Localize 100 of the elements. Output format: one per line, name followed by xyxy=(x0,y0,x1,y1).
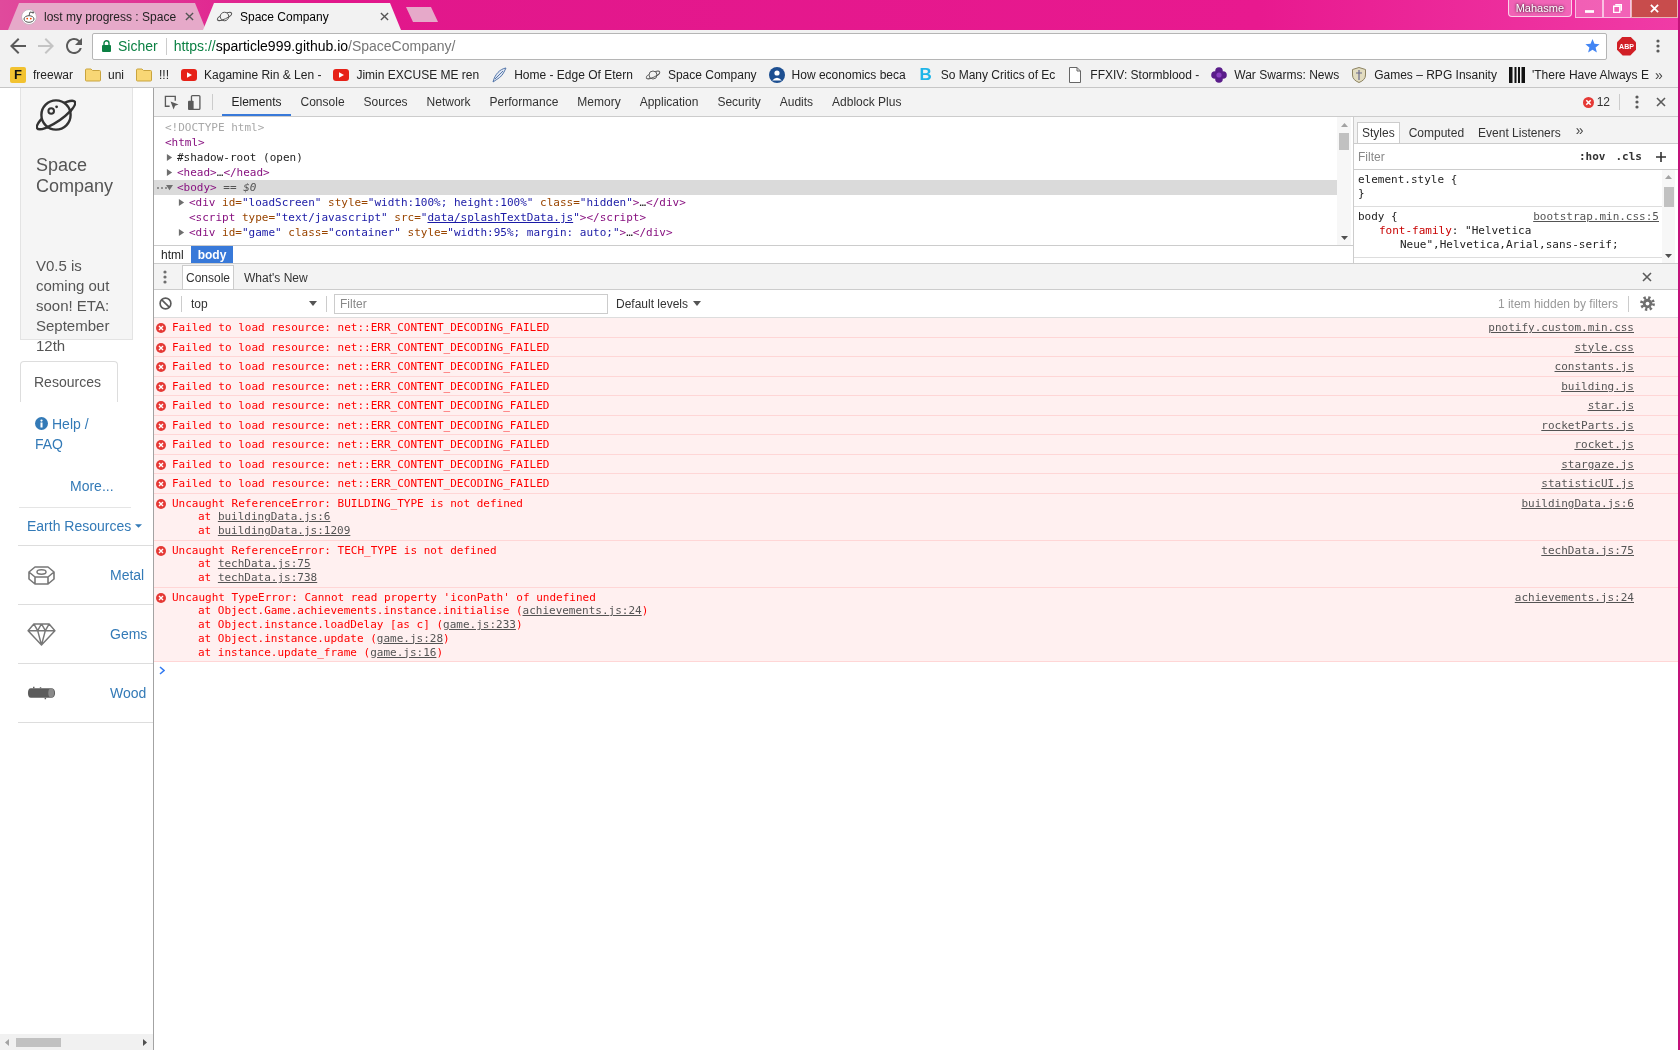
dom-node[interactable]: <div id="game" class="container" style="width:95%; margin: auto;">…</div> xyxy=(154,225,1337,240)
address-field[interactable]: Sicher https://sparticle999.github.io/SpaceCompany/ xyxy=(92,32,1607,60)
devtools-tab[interactable]: Sources xyxy=(354,88,418,116)
dom-node[interactable]: <head>…</head> xyxy=(154,165,1337,180)
filter-field[interactable]: Filter xyxy=(1358,149,1569,164)
browser-tab[interactable]: lost my progress : Space xyxy=(8,3,206,30)
scrollbar-thumb[interactable] xyxy=(1663,187,1674,207)
close-icon[interactable] xyxy=(185,12,194,21)
minimize-button[interactable] xyxy=(1575,0,1603,18)
toggle-button[interactable]: .cls xyxy=(1615,150,1642,163)
breadcrumb[interactable]: html xyxy=(154,246,191,263)
file-link[interactable]: techData.js:738 xyxy=(217,571,318,584)
disclosure-triangle-icon[interactable] xyxy=(166,169,173,176)
more-bookmarks-button[interactable]: » xyxy=(1654,66,1663,83)
bookmark[interactable]: F freewar xyxy=(4,63,79,86)
plus-icon[interactable] xyxy=(1656,151,1666,162)
filter-field[interactable]: Filter xyxy=(334,293,608,314)
scrollbar[interactable] xyxy=(1662,170,1675,263)
sidebar-tab[interactable]: Event Listeners xyxy=(1473,122,1566,143)
file-link[interactable]: achievements.js:24 xyxy=(522,604,642,618)
disclosure-triangle-icon[interactable] xyxy=(166,184,173,191)
sidebar-tab[interactable]: Computed xyxy=(1403,122,1470,143)
devtools-tab[interactable]: Memory xyxy=(567,88,631,116)
bookmark[interactable]: B So Many Critics of Ec xyxy=(911,63,1062,86)
devtools-tab[interactable]: Performance xyxy=(480,88,568,116)
devtools-tab[interactable]: Console xyxy=(291,88,355,116)
error-counter[interactable]: 12 xyxy=(1578,88,1614,116)
bookmark[interactable]: uni xyxy=(79,63,131,86)
scroll-down-arrow-icon[interactable] xyxy=(1665,254,1672,258)
sidebar-tab[interactable]: Styles xyxy=(1357,122,1400,143)
file-link[interactable]: techData.js:75 xyxy=(217,557,311,571)
scroll-left-arrow-icon[interactable] xyxy=(5,1038,9,1046)
scroll-up-arrow-icon[interactable] xyxy=(1340,123,1348,127)
bookmark[interactable]: Space Company xyxy=(638,63,763,86)
source-link[interactable]: style.css xyxy=(1574,340,1634,355)
dom-node[interactable]: #shadow-root (open) xyxy=(154,150,1337,165)
disclosure-triangle-icon[interactable] xyxy=(178,199,185,206)
devtools-tab[interactable]: Network xyxy=(417,88,481,116)
source-link[interactable]: pnotify.custom.min.css xyxy=(1488,321,1634,335)
bookmark[interactable]: Games – RPG Insanity xyxy=(1345,63,1503,86)
scroll-down-arrow-icon[interactable] xyxy=(1340,236,1348,240)
log-levels-dropdown[interactable]: Default levels xyxy=(616,296,702,311)
bookmark[interactable]: Jimin EXCUSE ME ren xyxy=(327,63,486,86)
source-link[interactable]: techData.js:75 xyxy=(1541,543,1634,558)
resource-row[interactable]: Metal xyxy=(18,546,153,605)
file-link[interactable]: game.js:16 xyxy=(370,645,437,659)
disclosure-triangle-icon[interactable] xyxy=(178,229,185,236)
bookmark[interactable]: How economics beca xyxy=(762,63,912,86)
file-link[interactable]: game.js:28 xyxy=(376,631,444,645)
drawer-tab[interactable]: Console xyxy=(182,265,235,289)
scrollbar-thumb[interactable] xyxy=(16,1037,61,1047)
disclosure-triangle-icon[interactable] xyxy=(166,154,173,161)
breadcrumb[interactable]: body xyxy=(190,246,234,263)
devtools-tab[interactable]: Adblock Plus xyxy=(822,88,911,116)
bookmark[interactable]: War Swarms: News xyxy=(1205,63,1346,86)
more-tabs-button[interactable]: » xyxy=(1575,122,1584,138)
toggle-button[interactable]: :hov xyxy=(1579,150,1606,163)
devtools-tab[interactable]: Audits xyxy=(770,88,823,116)
console-settings-button[interactable] xyxy=(1639,295,1655,312)
scroll-right-arrow-icon[interactable] xyxy=(143,1038,147,1046)
bookmark[interactable]: Home - Edge Of Etern xyxy=(485,63,639,86)
file-link[interactable]: data/splashTextData.js xyxy=(427,211,574,224)
source-link[interactable]: buildingData.js:6 xyxy=(1521,496,1634,511)
source-link[interactable]: stargaze.js xyxy=(1561,457,1634,472)
drawer-tab[interactable]: What's New xyxy=(240,265,312,289)
scrollbar[interactable] xyxy=(0,1034,153,1050)
dom-node[interactable]: <div id="loadScreen" style="width:100%; height:100%" class="hidden">…</div> xyxy=(154,195,1337,210)
dom-node[interactable]: <html> xyxy=(154,135,1337,150)
source-link[interactable]: achievements.js:24 xyxy=(1514,590,1634,605)
source-link[interactable]: rocket.js xyxy=(1574,438,1634,452)
close-window-button[interactable] xyxy=(1631,0,1678,18)
category-dropdown[interactable]: Earth Resources xyxy=(27,516,143,536)
bookmark[interactable]: FFXIV: Stormblood - xyxy=(1061,63,1206,86)
resource-row[interactable]: Wood xyxy=(18,664,153,723)
file-link[interactable]: buildingData.js:6 xyxy=(217,510,331,524)
file-link[interactable]: game.js:233 xyxy=(443,618,516,631)
scrollbar-thumb[interactable] xyxy=(1339,133,1349,150)
dom-node[interactable]: <script type="text/javascript" src="data/splashTextData.js"></script> xyxy=(154,210,1337,225)
close-icon[interactable] xyxy=(380,12,389,21)
resource-row[interactable]: Gems xyxy=(18,605,153,664)
source-link[interactable]: constants.js xyxy=(1554,360,1634,374)
help-link[interactable]: Help / FAQ xyxy=(35,414,110,454)
context-select[interactable]: top xyxy=(191,293,320,314)
browser-tab[interactable]: Space Company xyxy=(203,3,401,30)
more-link[interactable]: More... xyxy=(70,476,114,496)
star-icon[interactable] xyxy=(1585,39,1600,53)
bookmark[interactable]: !!! xyxy=(130,63,176,86)
chevron-icon[interactable] xyxy=(159,666,165,675)
devtools-tab[interactable]: Application xyxy=(630,88,708,116)
bookmark[interactable]: 'There Have Always E xyxy=(1502,63,1655,86)
file-link[interactable]: bootstrap.min.css:5 xyxy=(1533,210,1659,224)
resources-tab[interactable]: Resources xyxy=(20,361,118,402)
scrollbar[interactable] xyxy=(1337,117,1351,245)
restore-button[interactable] xyxy=(1603,0,1631,18)
dom-node[interactable]: <body> == $0 xyxy=(154,180,1337,195)
source-link[interactable]: star.js xyxy=(1587,399,1634,413)
bookmark[interactable]: Kagamine Rin & Len - xyxy=(175,63,328,86)
devtools-tab[interactable]: Elements xyxy=(222,88,292,116)
source-link[interactable]: statisticUI.js xyxy=(1541,477,1634,491)
devtools-tab[interactable]: Security xyxy=(707,88,771,116)
